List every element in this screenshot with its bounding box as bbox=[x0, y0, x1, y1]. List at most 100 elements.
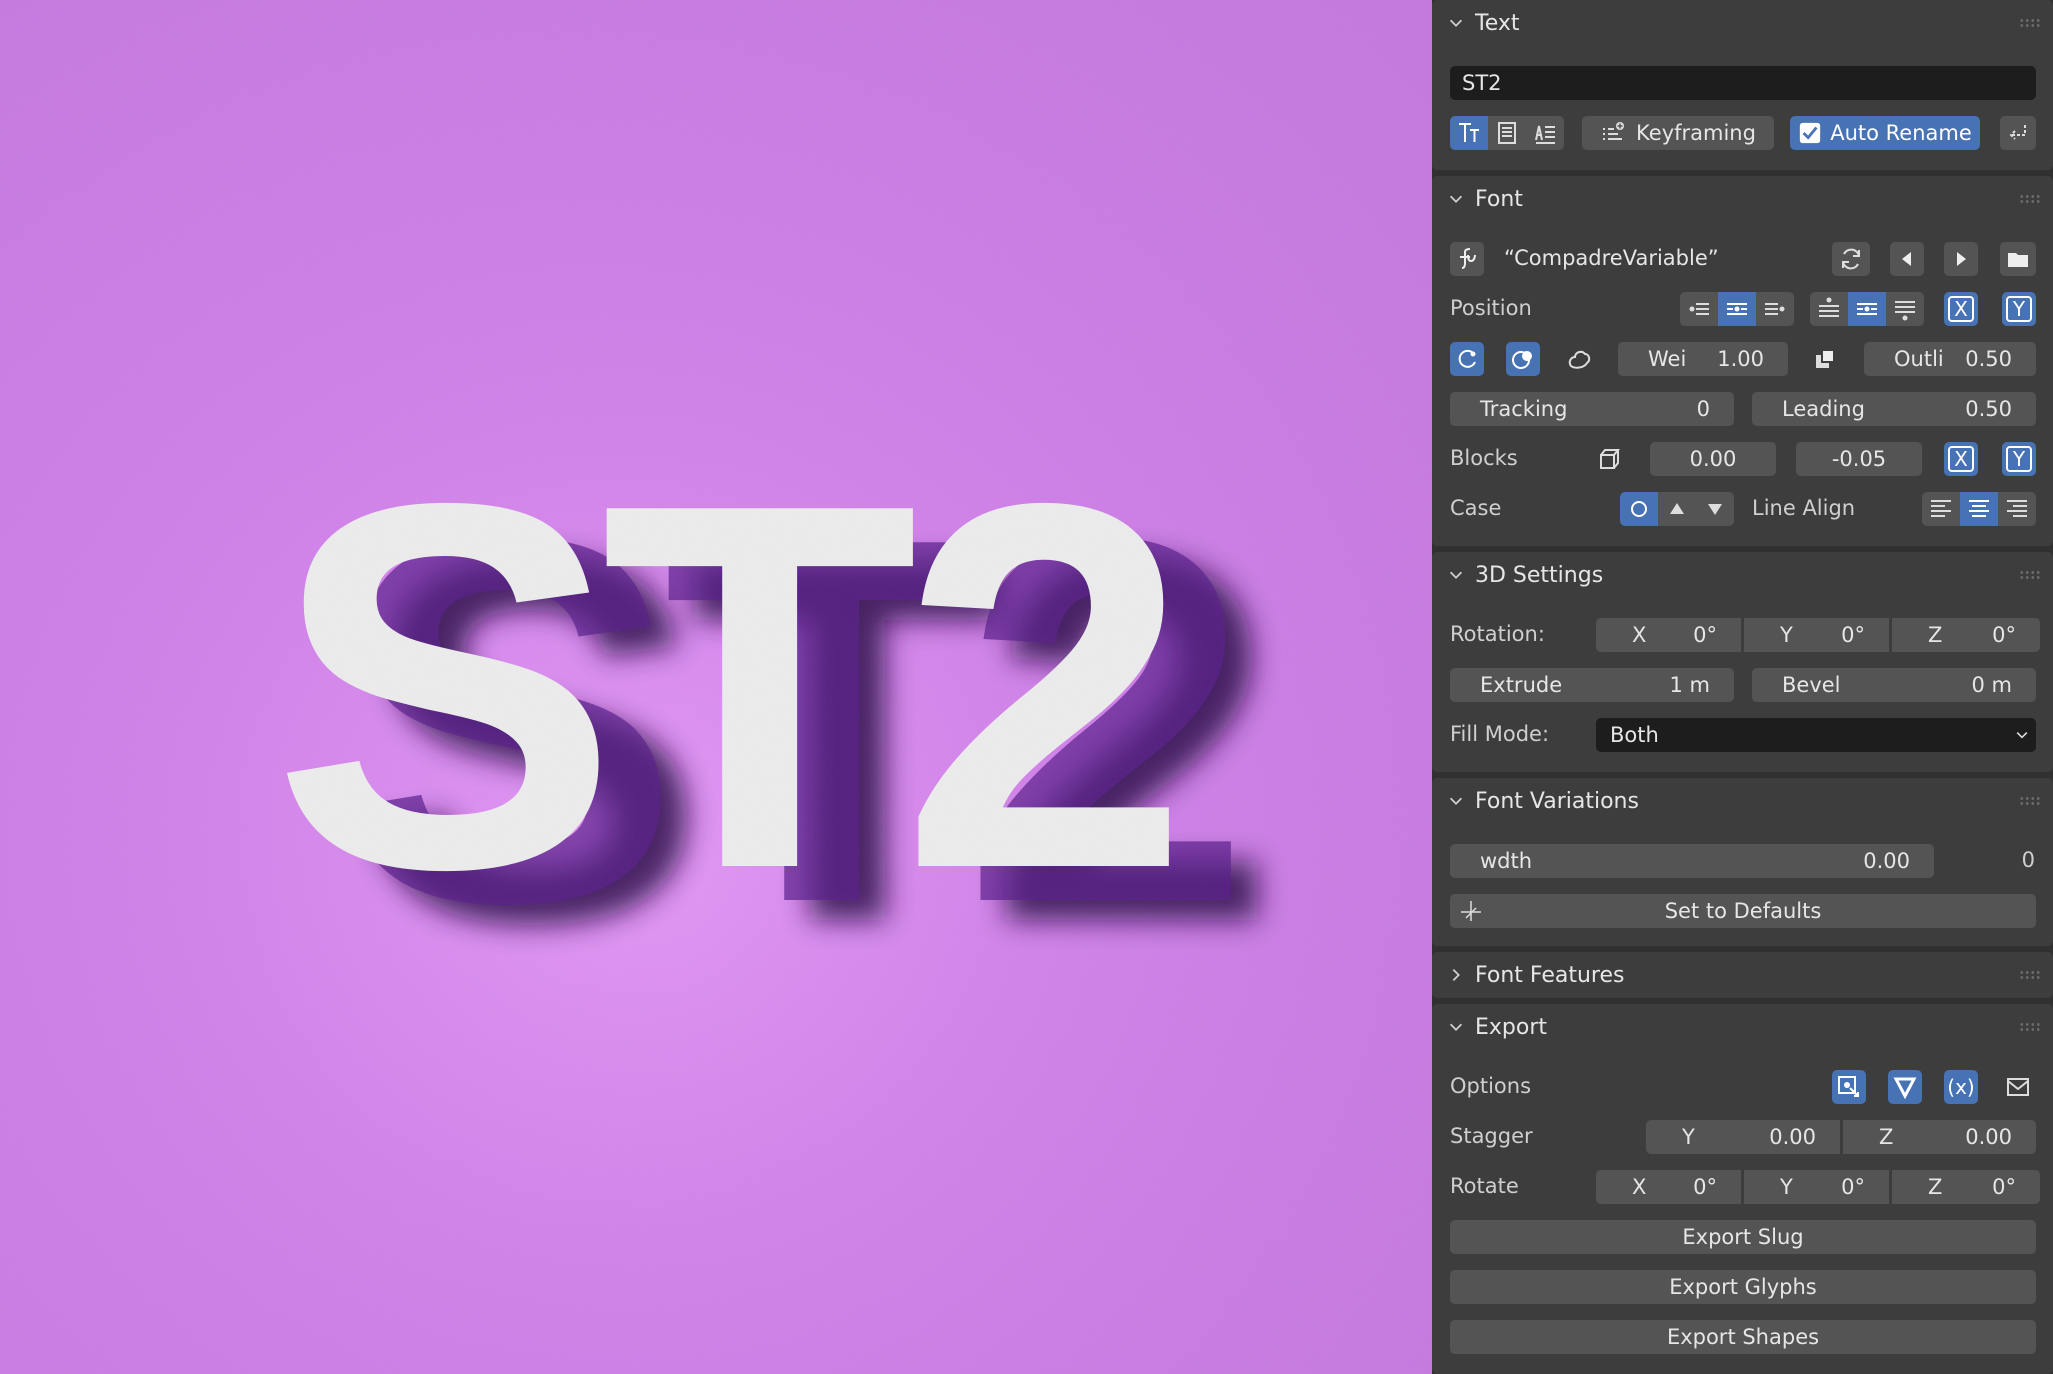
return-icon[interactable] bbox=[2000, 116, 2036, 150]
auto-rename-button[interactable]: Auto Rename bbox=[1790, 116, 1980, 150]
wdth-field[interactable]: wdth 0.00 bbox=[1450, 844, 1934, 878]
font-variations-header[interactable]: Font Variations bbox=[1432, 778, 2053, 824]
bevel-field[interactable]: Bevel 0 m bbox=[1752, 668, 2036, 702]
rotation-z-field[interactable]: Z 0° bbox=[1892, 618, 2040, 652]
rotate-z-field[interactable]: Z 0° bbox=[1892, 1170, 2040, 1204]
align-top-dot-icon[interactable] bbox=[1810, 292, 1848, 326]
select-export-icon[interactable] bbox=[1832, 1070, 1866, 1104]
rotate-x-field[interactable]: X 0° bbox=[1596, 1170, 1741, 1204]
axis-label: Y bbox=[1780, 623, 1793, 647]
fill-mode-value: Both bbox=[1610, 723, 1659, 747]
paragraph-icon[interactable] bbox=[1488, 116, 1526, 150]
export-section-header[interactable]: Export bbox=[1432, 1004, 2053, 1050]
keyframing-label: Keyframing bbox=[1636, 121, 1756, 145]
font-section-header[interactable]: Font bbox=[1432, 176, 2053, 222]
blocks-y-toggle[interactable]: Y bbox=[2002, 442, 2036, 476]
align-center-icon[interactable] bbox=[1960, 492, 1998, 526]
list-text-icon[interactable] bbox=[1526, 116, 1564, 150]
drag-grip-icon[interactable] bbox=[2019, 194, 2041, 204]
variable-x-icon[interactable]: (x) bbox=[1944, 1070, 1978, 1104]
blocks-y-value: -0.05 bbox=[1831, 447, 1887, 471]
tracking-field[interactable]: Tracking 0 bbox=[1450, 392, 1734, 426]
stagger-z-field[interactable]: Z 0.00 bbox=[1843, 1120, 2036, 1154]
chevron-down-icon bbox=[1446, 791, 1466, 811]
align-left-icon[interactable] bbox=[1922, 492, 1960, 526]
drag-grip-icon[interactable] bbox=[2019, 18, 2041, 28]
keyframing-button[interactable]: Keyframing bbox=[1582, 116, 1774, 150]
fill-icon[interactable] bbox=[1450, 342, 1484, 376]
rotate-y-field[interactable]: Y 0° bbox=[1744, 1170, 1889, 1204]
font-file-icon[interactable] bbox=[1450, 242, 1484, 276]
lowercase-icon[interactable] bbox=[1696, 492, 1734, 526]
position-x-toggle[interactable]: X bbox=[1944, 292, 1978, 326]
text-section-header[interactable]: Text bbox=[1432, 0, 2053, 46]
set-to-defaults-button[interactable]: Set to Defaults bbox=[1450, 894, 2036, 928]
weight-field[interactable]: Wei 1.00 bbox=[1618, 342, 1788, 376]
drag-grip-icon[interactable] bbox=[2019, 570, 2041, 580]
case-label: Case bbox=[1450, 496, 1502, 520]
text-name-input[interactable]: ST2 bbox=[1450, 66, 2036, 100]
axis-label: X bbox=[1632, 1175, 1647, 1199]
rotation-x-field[interactable]: X 0° bbox=[1596, 618, 1741, 652]
rotation-label: Rotation: bbox=[1450, 622, 1545, 646]
leading-field[interactable]: Leading 0.50 bbox=[1752, 392, 2036, 426]
previous-font-icon[interactable] bbox=[1890, 242, 1924, 276]
axis-label: Z bbox=[1879, 1125, 1894, 1149]
wdth-value: 0.00 bbox=[1863, 849, 1910, 873]
3d-settings-header[interactable]: 3D Settings bbox=[1432, 552, 2053, 598]
axis-value: 0° bbox=[1841, 623, 1865, 647]
drag-grip-icon[interactable] bbox=[2019, 796, 2041, 806]
position-y-toggle[interactable]: Y bbox=[2002, 292, 2036, 326]
rotation-y-field[interactable]: Y 0° bbox=[1744, 618, 1889, 652]
folder-icon[interactable] bbox=[2000, 242, 2036, 276]
font-name[interactable]: “CompadreVariable” bbox=[1504, 246, 1719, 270]
axis-value: 0° bbox=[1841, 1175, 1865, 1199]
section-title: Font Features bbox=[1475, 962, 1625, 988]
next-font-icon[interactable] bbox=[1944, 242, 1978, 276]
align-right-icon[interactable] bbox=[1998, 492, 2036, 526]
text-section: Text ST2 Keyframing Auto Rename bbox=[1432, 0, 2053, 170]
blocks-x-axis: X bbox=[1948, 446, 1974, 472]
align-right-dot-icon[interactable] bbox=[1756, 292, 1794, 326]
axis-label: Y bbox=[1682, 1125, 1695, 1149]
checkmark-icon bbox=[1800, 122, 1821, 144]
triangle-down-icon[interactable] bbox=[1888, 1070, 1922, 1104]
weight-label: Wei bbox=[1648, 347, 1687, 371]
stacked-squares-icon[interactable] bbox=[1808, 342, 1842, 376]
uppercase-icon[interactable] bbox=[1658, 492, 1696, 526]
font-variations-section: Font Variations wdth 0.00 0 Set to Defau… bbox=[1432, 778, 2053, 946]
chevron-right-icon bbox=[1446, 965, 1466, 985]
reload-icon[interactable] bbox=[1832, 242, 1870, 276]
section-title: Export bbox=[1475, 1014, 1548, 1040]
extrude-field[interactable]: Extrude 1 m bbox=[1450, 668, 1734, 702]
cube-icon[interactable] bbox=[1592, 442, 1626, 476]
text-tool-icon[interactable] bbox=[1450, 116, 1488, 150]
align-center-dot-icon[interactable] bbox=[1718, 292, 1756, 326]
font-features-section: Font Features bbox=[1432, 952, 2053, 998]
stagger-y-field[interactable]: Y 0.00 bbox=[1646, 1120, 1840, 1154]
align-middle-dot-icon[interactable] bbox=[1848, 292, 1886, 326]
chevron-down-icon bbox=[1446, 565, 1466, 585]
export-shapes-button[interactable]: Export Shapes bbox=[1450, 1320, 2036, 1354]
fill-mode-select[interactable]: Both bbox=[1596, 718, 2036, 752]
align-bottom-dot-icon[interactable] bbox=[1886, 292, 1924, 326]
blocks-x-toggle[interactable]: X bbox=[1944, 442, 1978, 476]
font-features-header[interactable]: Font Features bbox=[1432, 952, 2053, 998]
case-circle-icon[interactable] bbox=[1620, 492, 1658, 526]
axis-value: 0° bbox=[1992, 1175, 2016, 1199]
3d-viewport[interactable]: ST2 ST2 ST2 bbox=[0, 0, 1432, 1374]
line-align-group bbox=[1922, 492, 2036, 526]
blocks-label: Blocks bbox=[1450, 446, 1518, 470]
export-glyphs-button[interactable]: Export Glyphs bbox=[1450, 1270, 2036, 1304]
fill-overlap-icon[interactable] bbox=[1506, 342, 1540, 376]
outline-shape-icon[interactable] bbox=[1562, 342, 1596, 376]
align-left-dot-icon[interactable] bbox=[1680, 292, 1718, 326]
blocks-x-field[interactable]: 0.00 bbox=[1650, 442, 1776, 476]
drag-grip-icon[interactable] bbox=[2019, 970, 2041, 980]
image-icon[interactable] bbox=[2000, 1070, 2036, 1104]
export-slug-button[interactable]: Export Slug bbox=[1450, 1220, 2036, 1254]
outline-field[interactable]: Outli 0.50 bbox=[1864, 342, 2036, 376]
blocks-y-field[interactable]: -0.05 bbox=[1796, 442, 1922, 476]
drag-grip-icon[interactable] bbox=[2019, 1022, 2041, 1032]
stagger-fields: Y 0.00 Z 0.00 bbox=[1646, 1120, 2036, 1154]
